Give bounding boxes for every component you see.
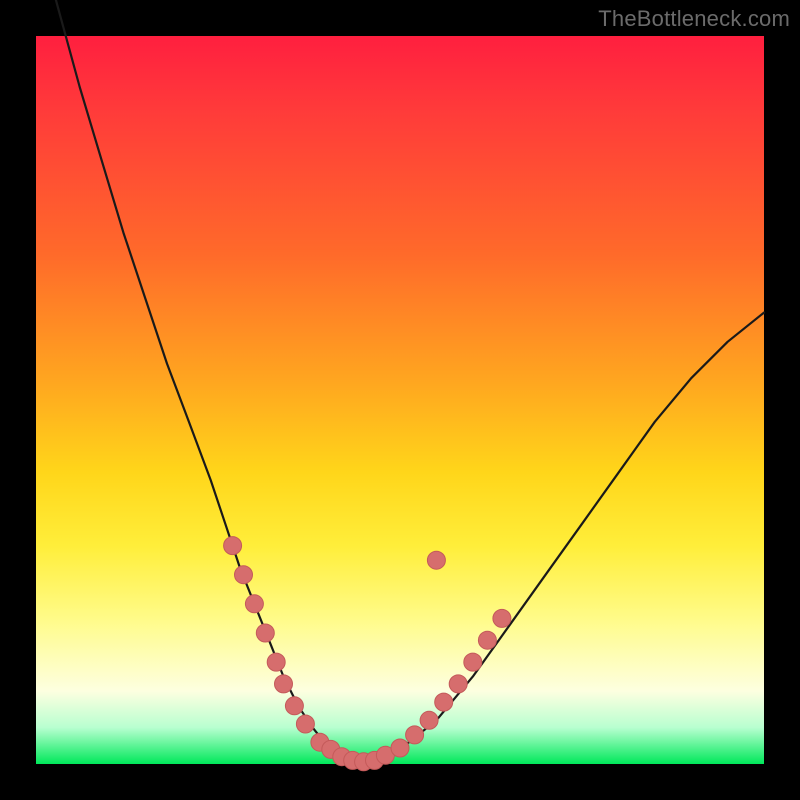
curve-marker xyxy=(478,631,496,649)
curve-marker xyxy=(235,566,253,584)
plot-area xyxy=(36,36,764,764)
curve-marker xyxy=(256,624,274,642)
bottleneck-curve xyxy=(36,0,764,762)
curve-marker xyxy=(464,653,482,671)
curve-marker xyxy=(427,551,445,569)
curve-marker xyxy=(285,697,303,715)
curve-marker xyxy=(435,693,453,711)
curve-marker xyxy=(406,726,424,744)
curve-marker xyxy=(267,653,285,671)
chart-frame: TheBottleneck.com xyxy=(0,0,800,800)
curve-marker xyxy=(391,739,409,757)
curve-marker xyxy=(224,537,242,555)
curve-markers xyxy=(224,537,511,771)
curve-marker xyxy=(493,609,511,627)
curve-marker xyxy=(275,675,293,693)
curve-marker xyxy=(245,595,263,613)
curve-marker xyxy=(449,675,467,693)
curve-marker xyxy=(296,715,314,733)
watermark-text: TheBottleneck.com xyxy=(598,6,790,32)
chart-svg xyxy=(36,36,764,764)
curve-marker xyxy=(420,711,438,729)
